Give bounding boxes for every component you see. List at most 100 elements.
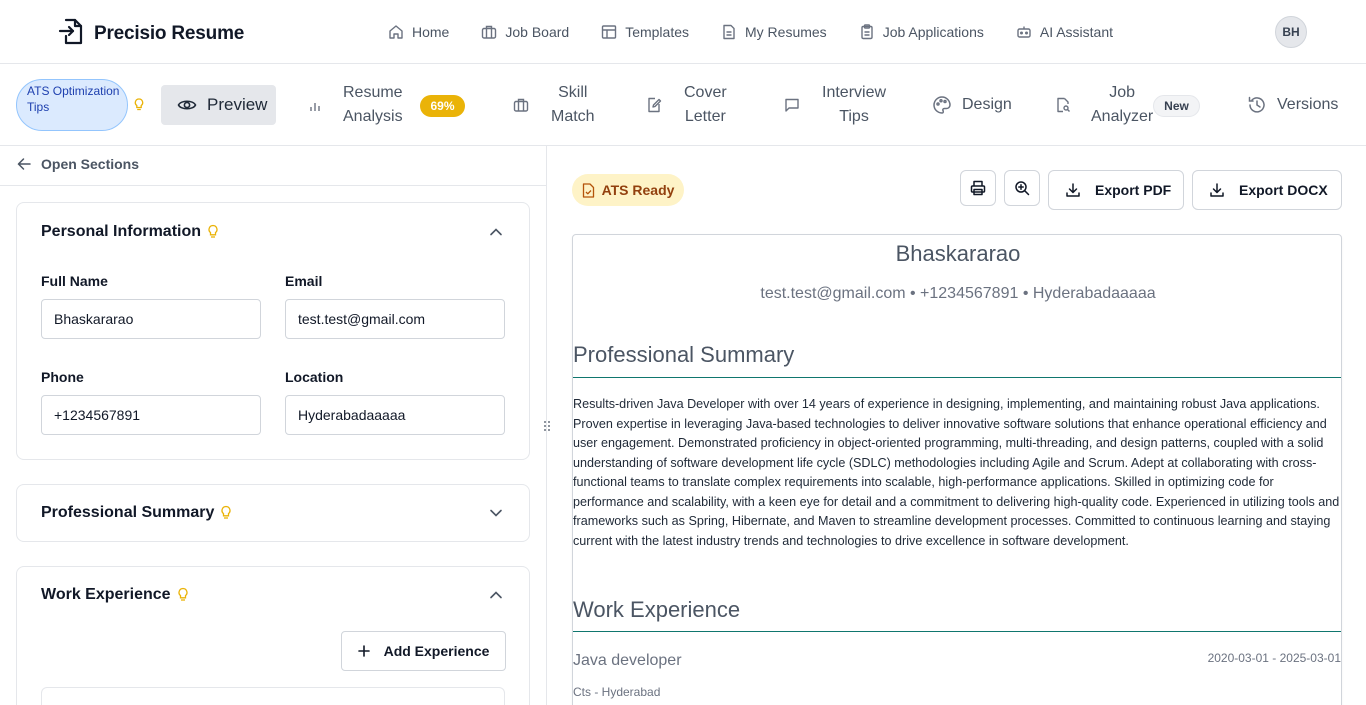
brand[interactable]: Precisio Resume [58,16,244,51]
briefcase-icon [482,25,497,39]
logo-icon [58,16,84,51]
nav-ai-assistant-label: AI Assistant [1039,24,1114,40]
full-name-input[interactable] [41,299,261,339]
top-navigation: Precisio Resume Home Job Board Templates… [0,0,1366,64]
versions-tab[interactable]: Versions [1247,95,1338,115]
professional-summary-header[interactable]: Professional Summary [41,504,232,522]
resume-score-badge: 69% [420,95,465,117]
plus-icon [357,645,370,657]
interview-tips-tab[interactable]: Interview Tips [784,81,886,129]
ats-ready-label: ATS Ready [601,182,675,198]
nav-job-board[interactable]: Job Board [481,20,569,44]
user-avatar[interactable]: BH [1275,16,1307,48]
open-sections-label: Open Sections [41,156,140,172]
work-experience-title: Work Experience [41,586,171,603]
personal-information-title: Personal Information [41,223,202,240]
nav-my-resumes-label: My Resumes [745,24,827,40]
nav-ai-assistant[interactable]: AI Assistant [1016,20,1113,44]
full-name-label: Full Name [41,273,108,289]
export-pdf-button[interactable]: Export PDF [1048,170,1184,210]
palette-icon [933,96,951,114]
design-tab[interactable]: Design [932,95,1012,115]
nav-job-board-label: Job Board [505,24,570,40]
nav-my-resumes[interactable]: My Resumes [721,20,827,44]
resume-job-title: Java developer [573,652,682,669]
add-experience-label: Add Experience [383,643,490,659]
resume-analysis-label-2: Analysis [343,108,403,125]
professional-summary-title: Professional Summary [41,504,215,521]
nav-job-applications[interactable]: Job Applications [859,20,984,44]
interview-tips-label-1: Interview [822,84,887,101]
bar-chart-icon [310,103,320,111]
download-icon [1066,183,1080,197]
main-nav: Home Job Board Templates My Resumes Job … [388,20,1113,44]
preview-tab[interactable]: Preview [161,85,276,125]
lightbulb-icon[interactable] [177,587,189,603]
resume-analysis-tab[interactable]: Resume Analysis [309,81,403,129]
nav-home-label: Home [412,24,450,40]
resume-job-dates: 2020-03-01 - 2025-03-01 [1207,651,1341,665]
file-search-icon [1057,97,1070,113]
job-analyzer-tab[interactable]: Job Analyzer [1055,81,1153,129]
section-divider [573,631,1341,632]
lightbulb-icon[interactable] [207,224,219,240]
location-label: Location [285,369,344,385]
arrow-left-icon [17,158,31,170]
experience-entry[interactable] [41,687,505,705]
skill-match-label-2: Match [551,108,595,125]
section-divider [573,377,1341,378]
nav-templates-label: Templates [625,24,689,40]
zoom-in-button[interactable] [1004,170,1040,206]
bot-icon [1017,26,1031,38]
interview-tips-label-2: Tips [839,108,869,125]
resume-work-heading: Work Experience [573,597,741,622]
app-title: Precisio Resume [94,22,245,44]
resume-preview: Bhaskararao test.test@gmail.com • +12345… [572,234,1342,705]
work-experience-header[interactable]: Work Experience [41,586,189,604]
clipboard-icon [860,24,873,40]
versions-label: Versions [1277,96,1339,113]
nav-templates[interactable]: Templates [601,20,689,44]
home-icon [389,25,403,39]
cover-letter-label-2: Letter [684,108,726,125]
cover-letter-tab[interactable]: Cover Letter [646,81,727,129]
open-sections-button[interactable]: Open Sections [17,156,139,172]
drag-handle-icon[interactable] [543,419,551,438]
history-icon [1248,96,1265,113]
resume-job-company: Cts - Hyderabad [573,685,661,699]
lightbulb-icon[interactable] [134,98,144,117]
chevron-down-icon[interactable] [489,506,503,520]
work-experience-card: Work Experience Add Experience [16,566,530,705]
zoom-in-icon [1015,181,1030,196]
email-label: Email [285,273,323,289]
ats-optimization-tips-button[interactable]: ATS Optimization Tips [16,79,128,131]
resume-analysis-label-1: Resume [343,84,403,101]
phone-input[interactable] [41,395,261,435]
export-docx-button[interactable]: Export DOCX [1192,170,1342,210]
message-square-icon [785,98,799,112]
printer-icon [970,180,986,196]
preview-label: Preview [207,95,268,114]
personal-information-card: Personal Information Full Name Email Pho… [16,202,530,460]
add-experience-button[interactable]: Add Experience [341,631,506,671]
export-docx-label: Export DOCX [1239,182,1328,198]
chevron-up-icon[interactable] [489,225,503,239]
ats-ready-badge: ATS Ready [572,174,684,206]
email-input[interactable] [285,299,505,339]
editor-toolbar: ATS Optimization Tips Preview Resume Ana… [0,65,1366,146]
lightbulb-icon[interactable] [220,505,232,521]
editor-panel: Open Sections Personal Information Full … [0,146,546,705]
skill-match-label-1: Skill [558,84,588,101]
skill-match-tab[interactable]: Skill Match [513,81,595,129]
chevron-up-icon[interactable] [489,588,503,602]
nav-home[interactable]: Home [388,20,449,44]
briefcase-icon [513,98,529,112]
print-button[interactable] [960,170,996,206]
cover-letter-label-1: Cover [684,84,727,101]
personal-information-header[interactable]: Personal Information [41,223,219,241]
location-input[interactable] [285,395,505,435]
edit-document-icon [648,97,662,113]
professional-summary-card[interactable]: Professional Summary [16,484,530,542]
resume-contact: test.test@gmail.com • +1234567891 • Hyde… [760,285,1156,302]
eye-icon [177,100,197,110]
